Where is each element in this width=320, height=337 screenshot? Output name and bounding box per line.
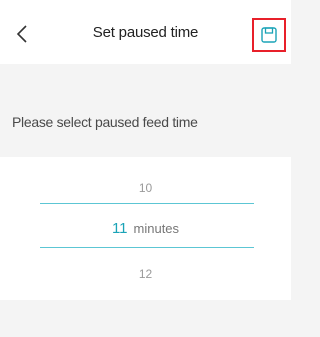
picker-selection-bottom-line (40, 247, 254, 248)
save-button[interactable] (252, 18, 286, 52)
picker-selected-value: 11 (111, 220, 128, 237)
picker-option-next[interactable]: 12 (0, 267, 291, 281)
picker-selection-top-line (40, 203, 254, 204)
instruction-text: Please select paused feed time (12, 114, 198, 130)
header-bar: Set paused time (0, 0, 291, 64)
picker-unit-label: minutes (133, 221, 180, 236)
picker-option-previous[interactable]: 10 (0, 181, 291, 195)
minutes-picker[interactable]: 10 11 minutes 12 (0, 157, 291, 300)
floppy-disk-icon (261, 27, 277, 43)
picker-selected-row[interactable]: 11 minutes (0, 220, 291, 237)
page-title: Set paused time (92, 24, 199, 41)
